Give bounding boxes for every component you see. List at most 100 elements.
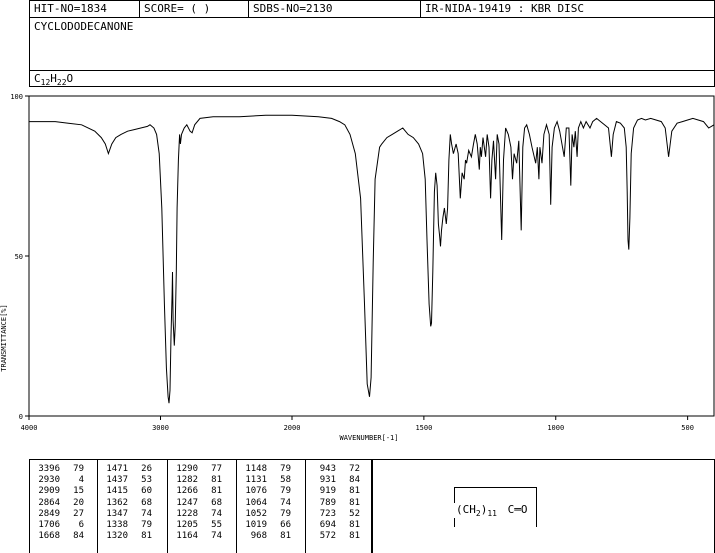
peak-table-body: 3396 79 2930 4 2909 15 2864 20 2849 27 1706 6 1668 84…	[30, 460, 371, 553]
peak-row: 1247 68	[168, 498, 236, 509]
peak-transmittance: 26	[141, 464, 152, 474]
y-tick-label: 100	[10, 93, 23, 101]
peak-transmittance: 68	[211, 497, 222, 508]
peak-row: 1668 84	[30, 531, 97, 542]
peak-wavenumber: 1148	[245, 464, 267, 474]
score: SCORE= ( )	[140, 1, 249, 17]
peak-wavenumber: 1290	[176, 464, 198, 474]
peak-transmittance: 81	[349, 497, 360, 508]
peak-row: 968 81	[237, 531, 305, 542]
peak-wavenumber: 1338	[106, 519, 128, 530]
peak-wavenumber: 1282	[176, 475, 198, 486]
peak-wavenumber: 1052	[245, 508, 267, 519]
header-row: HIT-NO=1834 SCORE= ( ) SDBS-NO=2130 IR-N…	[30, 1, 714, 18]
divider	[30, 70, 714, 71]
structure-left: (CH	[456, 503, 476, 516]
peak-row: 1471 26	[98, 464, 167, 475]
peak-transmittance: 72	[349, 464, 360, 474]
peak-transmittance: 79	[141, 519, 152, 530]
peak-transmittance: 68	[141, 497, 152, 508]
peak-wavenumber: 2864	[38, 497, 60, 508]
peak-wavenumber: 1019	[245, 519, 267, 530]
structure-carbonyl: C═O	[507, 503, 528, 516]
peak-wavenumber: 1347	[106, 508, 128, 519]
peak-transmittance: 77	[211, 464, 222, 474]
header-box: HIT-NO=1834 SCORE= ( ) SDBS-NO=2130 IR-N…	[29, 0, 715, 87]
structure-box: (CH2)11 C═O	[372, 459, 715, 553]
peak-wavenumber: 1076	[245, 486, 267, 497]
peak-row: 931 84	[306, 475, 373, 486]
peak-row: 919 81	[306, 486, 373, 497]
peak-wavenumber: 789	[319, 497, 336, 508]
peak-wavenumber: 1437	[106, 475, 128, 486]
peak-row: 2930 4	[30, 475, 97, 486]
peak-row: 1205 55	[168, 520, 236, 531]
formula-c: C	[34, 72, 41, 85]
peak-wavenumber: 1131	[245, 475, 267, 486]
peak-column: 1290 77 1282 81 1266 81 1247 68 1228 74 1205 55 1164…	[168, 460, 237, 553]
peak-transmittance: 20	[73, 497, 84, 508]
x-tick-label: 4000	[21, 424, 38, 432]
peak-wavenumber: 572	[319, 531, 336, 542]
peak-transmittance: 74	[211, 531, 222, 542]
formula-h: H	[50, 72, 57, 85]
peak-row: 1131 58	[237, 475, 305, 486]
peak-transmittance: 52	[349, 508, 360, 519]
peak-row: 1266 81	[168, 486, 236, 497]
peak-row: 1052 79	[237, 509, 305, 520]
x-tick-label: 500	[681, 424, 694, 432]
peak-transmittance: 4	[78, 475, 84, 486]
peak-transmittance: 81	[349, 519, 360, 530]
peak-wavenumber: 1471	[106, 464, 128, 474]
formula-h-sub: 22	[56, 78, 67, 88]
ir-nida: IR-NIDA-19419 : KBR DISC	[425, 2, 584, 15]
peak-transmittance: 60	[141, 486, 152, 497]
peak-transmittance: 84	[73, 531, 84, 542]
y-tick-label: 50	[15, 253, 23, 261]
peak-wavenumber: 1320	[106, 531, 128, 542]
peak-transmittance: 81	[280, 531, 291, 542]
peak-row: 1228 74	[168, 509, 236, 520]
peak-row: 2909 15	[30, 486, 97, 497]
peak-wavenumber: 2909	[38, 486, 60, 497]
peak-row: 1362 68	[98, 498, 167, 509]
sdbs-no: SDBS-NO=2130	[249, 1, 421, 17]
peak-table: 3396 79 2930 4 2909 15 2864 20 2849 27 1706 6 1668 84…	[29, 459, 372, 553]
peak-row: 1338 79	[98, 520, 167, 531]
peak-row: 694 81	[306, 520, 373, 531]
peak-wavenumber: 919	[319, 486, 336, 497]
ir-spectrum-chart: 4000 3000 2000 1500 1000 500 0 50 100 WAVENUMBER…	[0, 93, 715, 442]
peak-row: 1064 74	[237, 498, 305, 509]
structure-sub11: 11	[487, 509, 497, 519]
peak-transmittance: 55	[211, 519, 222, 530]
peak-wavenumber: 943	[319, 464, 336, 474]
peak-row: 1164 74	[168, 531, 236, 542]
peak-transmittance: 74	[141, 508, 152, 519]
peak-wavenumber: 1164	[176, 531, 198, 542]
peak-wavenumber: 1362	[106, 497, 128, 508]
peak-row: 1320 81	[98, 531, 167, 542]
peak-wavenumber: 1668	[38, 531, 60, 542]
compound-name: CYCLODODECANONE	[34, 20, 134, 33]
peak-transmittance: 79	[280, 508, 291, 519]
peak-column: 943 72 931 84 919 81 789 81 723 52 694 81 572 81	[306, 460, 373, 553]
peak-transmittance: 79	[280, 464, 291, 474]
peak-wavenumber: 1706	[38, 519, 60, 530]
peak-row: 1290 77	[168, 464, 236, 475]
peak-row: 1706 6	[30, 520, 97, 531]
structure-formula: (CH2)11 C═O	[454, 503, 530, 519]
molecular-formula: C12H22O	[34, 72, 73, 87]
peak-row: 1437 53	[98, 475, 167, 486]
formula-c-sub: 12	[40, 78, 51, 88]
peak-wavenumber: 3396	[38, 464, 60, 474]
peak-transmittance: 79	[280, 486, 291, 497]
peak-transmittance: 81	[349, 531, 360, 542]
peak-wavenumber: 1064	[245, 497, 267, 508]
peak-transmittance: 81	[349, 486, 360, 497]
peak-transmittance: 79	[73, 464, 84, 474]
peak-transmittance: 27	[73, 508, 84, 519]
x-tick-label: 3000	[152, 424, 169, 432]
peak-wavenumber: 1205	[176, 519, 198, 530]
peak-row: 572 81	[306, 531, 373, 542]
peak-transmittance: 81	[141, 531, 152, 542]
